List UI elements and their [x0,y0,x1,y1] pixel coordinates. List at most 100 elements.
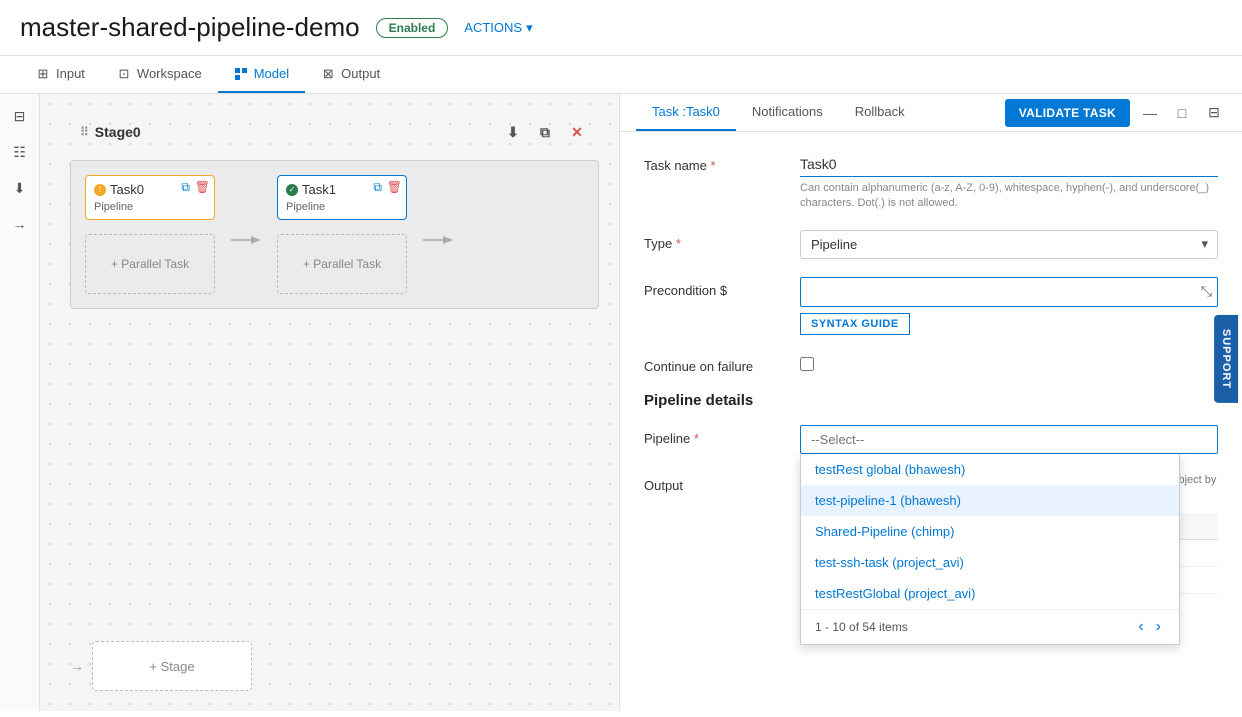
precondition-control: ⤡ SYNTAX GUIDE [800,277,1218,335]
workspace-icon: ⊡ [117,67,131,81]
form-row-task-name: Task name * Can contain alphanumeric (a-… [644,152,1218,212]
pipeline-select-input[interactable] [800,425,1218,454]
pipeline-details-heading: Pipeline details [644,392,1218,409]
nav-tabs: ⊞ Input ⊡ Workspace Model ⊠ Output [0,56,1242,94]
form-row-continue: Continue on failure [644,353,1218,374]
task-form: Task name * Can contain alphanumeric (a-… [620,132,1242,711]
dropdown-pagination: 1 - 10 of 54 items [815,620,908,634]
add-stage-button[interactable]: + Stage [92,641,252,691]
form-row-precondition: Precondition $ ⤡ SYNTAX GUIDE [644,277,1218,335]
minimize-button[interactable]: — [1138,101,1162,125]
precondition-wrapper: ⤡ [800,277,1218,307]
stage-name: Stage0 [95,124,141,140]
task-name-control: Can contain alphanumeric (a-z, A-Z, 0-9)… [800,152,1218,212]
pipeline-canvas: ⠿ Stage0 ⬇ ⧉ ✕ ! Task0 [40,94,620,711]
task-card-task1[interactable]: ✓ Task1 ⧉ 🗑 Pipeline [277,175,407,220]
input-icon: ⊞ [36,67,50,81]
validate-task-button[interactable]: VALIDATE TASK [1005,99,1130,127]
actions-chevron-icon: ▾ [526,20,533,36]
type-label: Type * [644,230,784,251]
dropdown-footer: 1 - 10 of 54 items ‹ › [801,609,1179,644]
task-name-hint: Can contain alphanumeric (a-z, A-Z, 0-9)… [800,181,1218,212]
continue-failure-label: Continue on failure [644,353,784,374]
stage-header: ⠿ Stage0 ⬇ ⧉ ✕ [70,114,599,150]
dropdown-nav: ‹ › [1134,618,1165,636]
dropdown-prev-btn[interactable]: ‹ [1134,618,1147,636]
task1-name: Task1 [302,182,336,197]
close-right-panel-button[interactable]: ⊟ [1202,101,1226,125]
dropdown-item-4[interactable]: testRestGlobal (project_avi) [801,578,1179,609]
type-control: Pipeline [800,230,1218,259]
app-header: master-shared-pipeline-demo Enabled ACTI… [0,0,1242,56]
sidebar-icon-1[interactable]: ☷ [6,138,34,166]
add-stage-arrow: → [70,658,84,674]
stage-actions: ⬇ ⧉ ✕ [501,120,589,144]
type-select[interactable]: Pipeline [800,230,1218,259]
type-required: * [676,236,681,251]
main-content: ⊟ ☷ ⬇ → ⠿ Stage0 ⬇ ⧉ ✕ [0,94,1242,711]
tab-model[interactable]: Model [218,56,305,93]
left-sidebar: ⊟ ☷ ⬇ → [0,94,40,711]
task1-arrow [423,175,453,294]
task0-name: Task0 [110,182,144,197]
dropdown-next-btn[interactable]: › [1152,618,1165,636]
task0-copy-btn[interactable]: ⧉ [181,180,190,195]
model-icon [234,67,248,81]
output-label: Output [644,472,784,493]
syntax-guide-button[interactable]: SYNTAX GUIDE [800,313,910,335]
task0-type: Pipeline [94,201,206,213]
rpanel-tab-notifications[interactable]: Notifications [736,94,839,131]
app-title: master-shared-pipeline-demo [20,12,360,43]
tab-input[interactable]: ⊞ Input [20,56,101,93]
task0-status-icon: ! [94,184,106,196]
rpanel-tab-actions: VALIDATE TASK — □ ⊟ [1005,99,1226,127]
pipeline-control: testRest global (bhawesh) test-pipeline-… [800,425,1218,454]
actions-button[interactable]: ACTIONS ▾ [464,20,532,36]
dropdown-item-1[interactable]: test-pipeline-1 (bhawesh) [801,485,1179,516]
continue-failure-checkbox[interactable] [800,357,814,371]
pipeline-dropdown: testRest global (bhawesh) test-pipeline-… [800,454,1180,645]
type-select-wrapper: Pipeline [800,230,1218,259]
task-name-required: * [711,158,716,173]
stage-download-btn[interactable]: ⬇ [501,120,525,144]
task-name-label: Task name * [644,152,784,173]
pipeline-label: Pipeline * [644,425,784,446]
add-parallel-task1[interactable]: + Parallel Task [277,234,407,294]
dropdown-item-3[interactable]: test-ssh-task (project_avi) [801,547,1179,578]
stage-container: ⠿ Stage0 ⬇ ⧉ ✕ ! Task0 [70,114,599,309]
task-card-task0[interactable]: ! Task0 ⧉ 🗑 Pipeline [85,175,215,220]
dropdown-item-0[interactable]: testRest global (bhawesh) [801,454,1179,485]
support-tab[interactable]: SUPPORT [1214,314,1238,402]
enabled-badge: Enabled [376,18,449,38]
right-panel: Task :Task0 Notifications Rollback VALID… [620,94,1242,711]
form-row-pipeline: Pipeline * testRest global (bhawesh) tes… [644,425,1218,454]
precondition-label: Precondition $ [644,277,784,298]
form-row-type: Type * Pipeline [644,230,1218,259]
stage-copy-btn[interactable]: ⧉ [533,120,557,144]
tab-workspace[interactable]: ⊡ Workspace [101,56,218,93]
tab-output[interactable]: ⊠ Output [305,56,396,93]
right-panel-tabs: Task :Task0 Notifications Rollback VALID… [620,94,1242,132]
task1-delete-btn[interactable]: 🗑 [387,180,402,194]
sidebar-icon-0[interactable]: ⊟ [6,102,34,130]
canvas-background: ⠿ Stage0 ⬇ ⧉ ✕ ! Task0 [40,94,619,711]
task-name-input[interactable] [800,152,1218,177]
sidebar-icon-2[interactable]: ⬇ [6,174,34,202]
dropdown-item-2[interactable]: Shared-Pipeline (chimp) [801,516,1179,547]
stage-body: ! Task0 ⧉ 🗑 Pipeline + Parallel Task [70,160,599,309]
sidebar-icon-3[interactable]: → [6,210,34,238]
precondition-input[interactable] [800,277,1218,307]
task1-copy-btn[interactable]: ⧉ [373,180,382,195]
add-parallel-task0[interactable]: + Parallel Task [85,234,215,294]
rpanel-tab-rollback[interactable]: Rollback [839,94,921,131]
maximize-button[interactable]: □ [1170,101,1194,125]
add-stage-row: → + Stage [70,641,252,691]
precondition-resize-icon: ⤡ [1201,283,1212,300]
output-icon: ⊠ [321,67,335,81]
rpanel-tab-task[interactable]: Task :Task0 [636,94,736,131]
continue-failure-control [800,357,1218,371]
stage-drag-handle[interactable]: ⠿ [80,125,89,139]
stage-delete-btn[interactable]: ✕ [565,120,589,144]
task0-delete-btn[interactable]: 🗑 [195,180,210,194]
task1-type: Pipeline [286,201,398,213]
